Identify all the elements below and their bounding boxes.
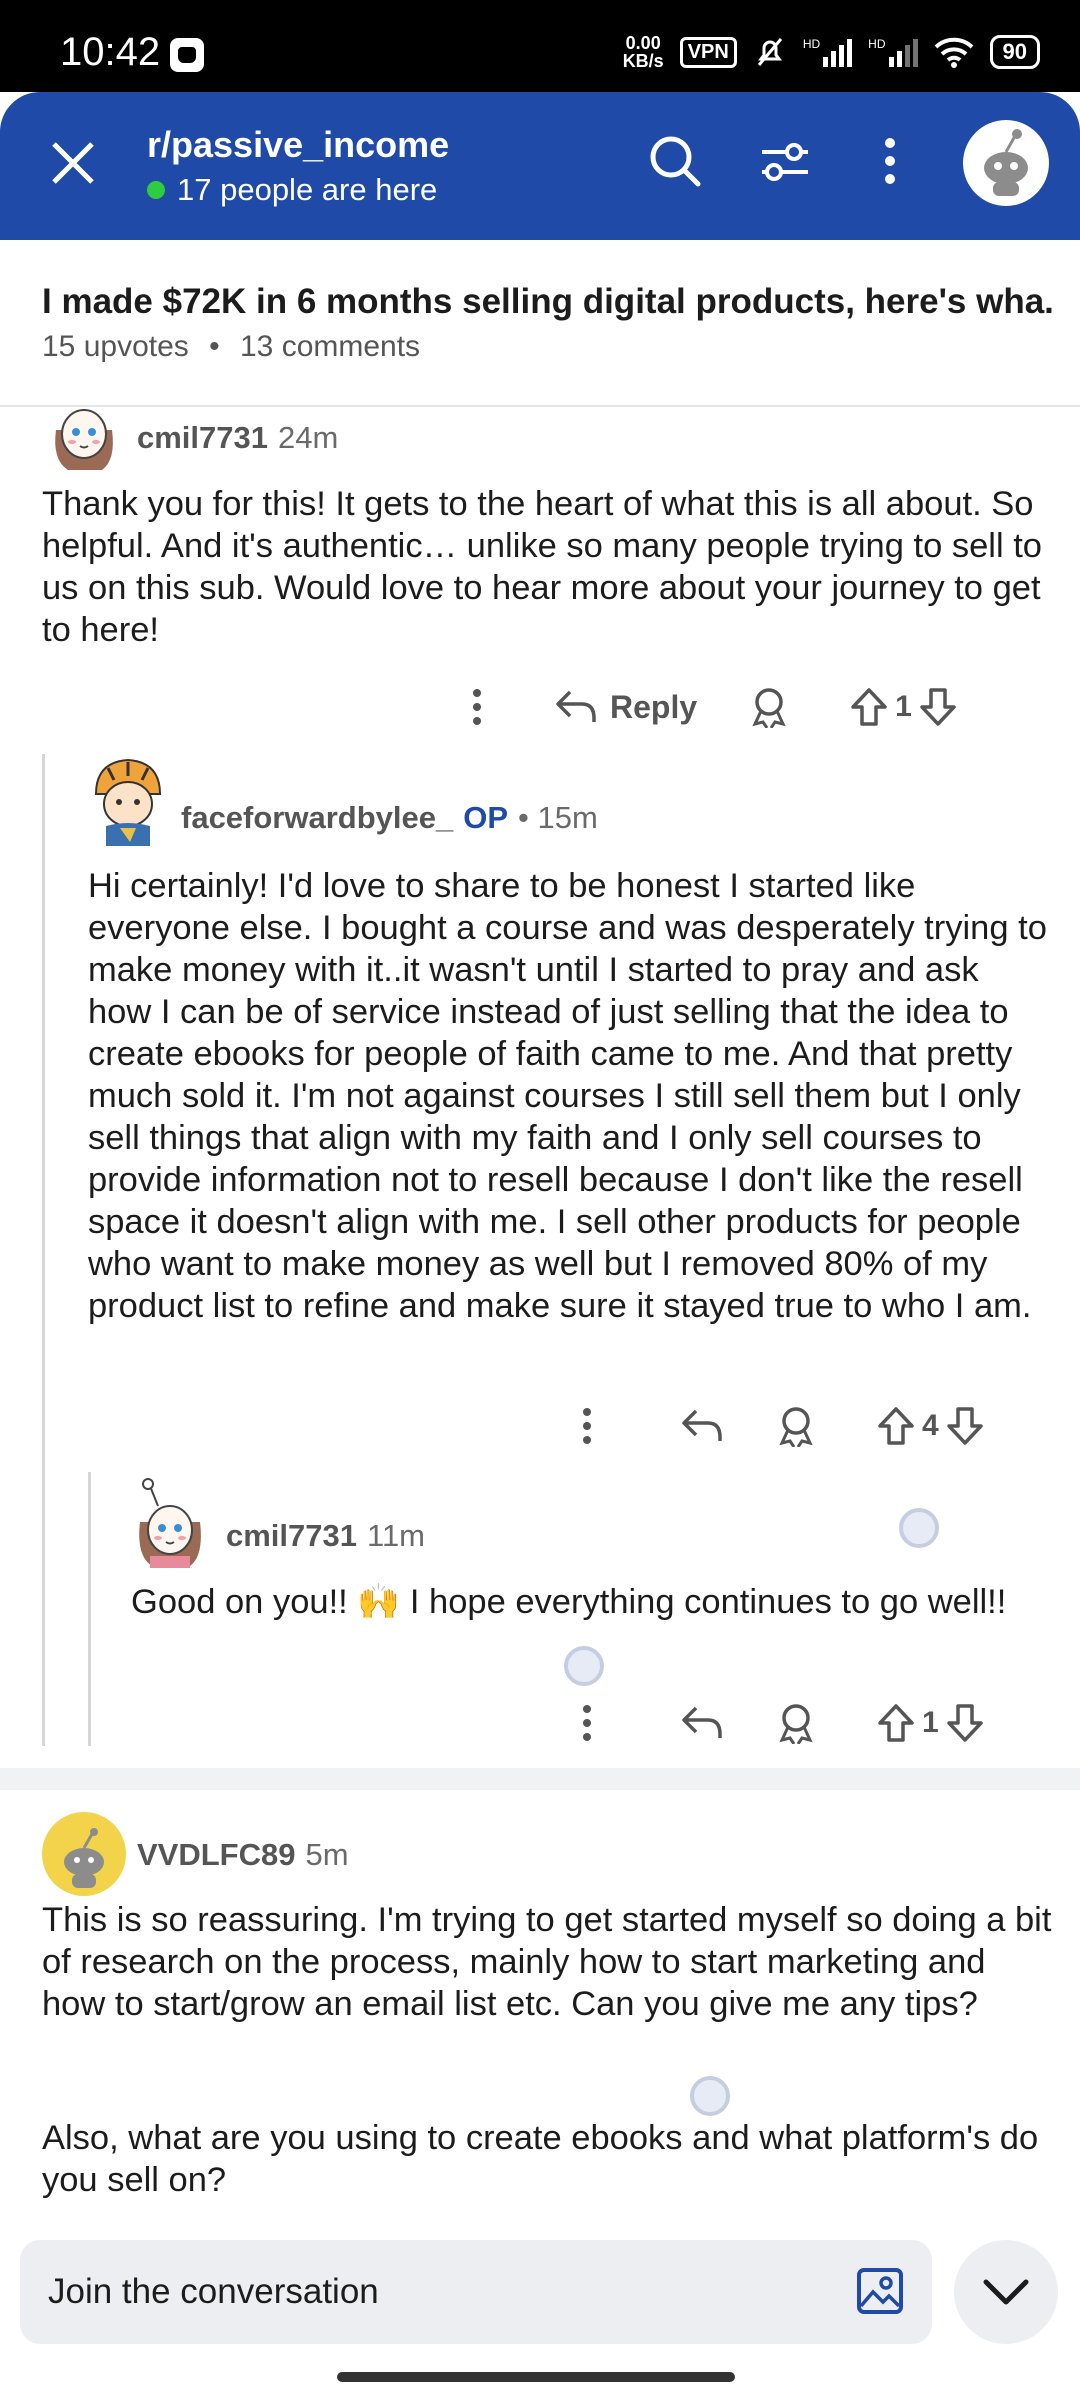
wifi-icon [934,37,973,68]
comment-actions: 1 [580,1702,985,1744]
more-vertical-icon[interactable] [880,136,900,186]
search-icon[interactable] [648,134,702,188]
net-speed-value: 0.00 [625,33,661,53]
reply-arrow-icon [556,690,596,722]
reply-arrow-icon[interactable] [680,1407,724,1445]
net-speed-unit: KB/s [622,51,664,71]
vote-count: 4 [922,1409,939,1442]
downvote-icon[interactable] [945,1703,985,1743]
comment-author[interactable]: cmil7731 11m [226,1518,425,1554]
add-image-icon[interactable] [855,2266,905,2316]
comment-time: 11m [367,1518,426,1553]
comment-body: Also, what are you using to create ebook… [42,2119,1039,2199]
hd-label: HD [802,37,821,51]
touch-indicator [899,1508,939,1548]
upvote-icon[interactable] [876,1406,916,1446]
status-bar: 10:42 0.00 KB/s VPN HD HD 90 [0,0,1080,92]
battery-icon: 90 [989,35,1040,69]
comment-time: 5m [305,1837,349,1872]
comment-separator [0,1768,1080,1790]
user-avatar[interactable] [963,120,1049,206]
subreddit-name[interactable]: r/passive_income [147,124,449,166]
touch-indicator [564,1646,604,1686]
signal-2-icon: HD [868,37,918,67]
post-title[interactable]: I made $72K in 6 months selling digital … [42,282,1052,322]
online-count-label: 17 people are here [177,172,438,207]
bell-off-icon [757,38,782,66]
reply-button[interactable]: Reply [554,688,697,726]
award-icon[interactable] [776,1405,816,1447]
vote-count: 1 [922,1706,939,1739]
comment-body: Hi certainly! I'd love to share to be ho… [88,867,1047,1325]
more-vertical-icon[interactable] [580,1703,594,1743]
hd-label: HD [868,37,886,51]
downvote-icon[interactable] [918,687,958,727]
comment-body: Thank you for this! It gets to the heart… [42,485,1042,649]
thread-header: r/passive_income 17 people are here [0,92,1080,240]
comment-time: • 15m [518,800,598,835]
status-time: 10:42 [60,30,161,74]
thread-line[interactable] [42,754,45,1746]
online-count: 17 people are here [147,172,437,208]
status-icons: 0.00 KB/s VPN HD HD 90 [623,34,1040,70]
avatar-cmil-icon [55,409,113,470]
post-summary[interactable]: I made $72K in 6 months selling digital … [0,240,1080,407]
touch-indicator [690,2076,730,2116]
close-icon[interactable] [50,140,96,186]
comment-author[interactable]: cmil7731 24m [137,420,338,456]
award-icon[interactable] [749,686,789,728]
downvote-icon[interactable] [945,1406,985,1446]
reply-label: Reply [610,688,698,725]
username[interactable]: cmil7731 [137,420,268,456]
more-vertical-icon[interactable] [470,687,484,727]
username[interactable]: VVDLFC89 [137,1837,295,1873]
comment-body: This is so reassuring. I'm trying to get… [42,1901,1052,2023]
upvote-count: 15 upvotes [42,330,189,363]
join-conversation-input[interactable]: Join the conversation [20,2240,932,2344]
vpn-icon: VPN [679,36,737,68]
upvote-icon[interactable] [849,687,889,727]
post-meta: 15 upvotes • 13 comments [42,330,420,364]
snoo-avatar-icon [64,1828,104,1888]
comment-time: 24m [278,420,339,455]
username[interactable]: faceforwardbylee_ [181,800,453,836]
sort-filter-icon[interactable] [760,140,810,184]
comment-count: 13 comments [239,330,421,363]
signal-1-icon: HD [802,37,853,67]
collapse-button[interactable] [954,2240,1058,2344]
avatar[interactable] [132,1476,208,1570]
comment-author[interactable]: faceforwardbylee_ OP • 15m [181,800,598,836]
snoo-avatar-icon [984,129,1028,196]
reply-arrow-icon[interactable] [680,1704,724,1742]
avatar[interactable] [86,754,170,850]
award-icon[interactable] [776,1702,816,1744]
chevron-down-icon [983,2279,1029,2305]
comment-author[interactable]: VVDLFC89 5m [137,1837,349,1873]
avatar[interactable] [46,400,122,472]
op-badge: OP [463,800,509,835]
home-indicator[interactable] [337,2372,735,2382]
comment-actions: Reply 1 [470,686,958,728]
upvote-icon[interactable] [876,1703,916,1743]
more-vertical-icon[interactable] [580,1406,594,1446]
vote-count: 1 [895,690,912,723]
network-speed: 0.00 KB/s [623,34,664,70]
thread-line[interactable] [88,1472,91,1746]
avatar-cmil-icon [139,1478,201,1568]
username[interactable]: cmil7731 [226,1518,357,1554]
comment-actions: 4 [580,1405,985,1447]
notification-app-icon [170,38,204,72]
meta-separator: • [209,330,220,363]
avatar[interactable] [42,1812,126,1896]
online-indicator-icon [147,181,165,199]
comment-body: Good on you!! 🙌 I hope everything contin… [131,1583,1007,1621]
avatar-tiger-hat-icon [94,758,162,846]
